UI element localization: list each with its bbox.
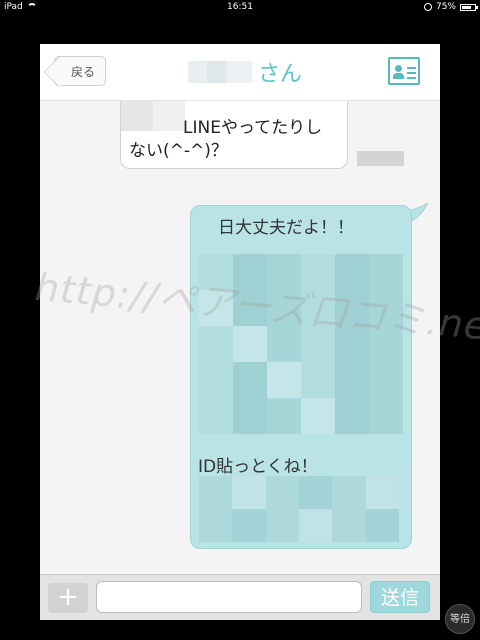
profile-card-line	[407, 72, 416, 74]
plus-icon: +	[57, 582, 79, 612]
chat-title: さん	[160, 54, 330, 90]
sent-message-bubble: 日大丈夫だよ！！ ID貼っとくね！	[190, 205, 412, 549]
battery-fill	[462, 5, 471, 9]
profile-card-line	[407, 67, 416, 69]
message-input[interactable]	[96, 581, 362, 613]
battery-percent: 75%	[435, 2, 456, 12]
status-bar: iPad 16:51 75%	[0, 0, 480, 14]
profile-card-body	[393, 73, 404, 79]
rotation-lock-icon	[423, 3, 432, 11]
battery-icon	[460, 3, 478, 11]
timestamp-blur	[357, 151, 404, 166]
title-suffix: さん	[257, 62, 302, 87]
profile-card-line	[407, 77, 416, 79]
profile-card-head	[395, 65, 402, 72]
name-blur	[187, 61, 252, 83]
profile-card-icon[interactable]	[388, 57, 420, 85]
status-time: 16:51	[227, 2, 253, 12]
message-input-bar: + 送信	[40, 574, 440, 620]
received-message-bubble: LINEやってたりし ない(^-^)？	[120, 101, 348, 169]
back-button-label: 戻る	[70, 65, 95, 79]
sent-message-line: 日大丈夫だよ！！	[218, 218, 354, 238]
navigation-bar: 戻る さん	[40, 44, 440, 101]
back-button[interactable]: 戻る	[54, 56, 106, 86]
status-right: 75%	[423, 0, 478, 14]
blurred-text	[121, 101, 185, 131]
sent-message-line: ID貼っとくね！	[198, 457, 318, 477]
send-button[interactable]: 送信	[370, 581, 430, 613]
received-message-line: ない(^-^)？	[129, 141, 228, 161]
zoom-toggle-button[interactable]: 等倍	[445, 604, 475, 634]
mosaic-blur	[199, 476, 399, 542]
plus-button[interactable]: +	[48, 583, 88, 613]
